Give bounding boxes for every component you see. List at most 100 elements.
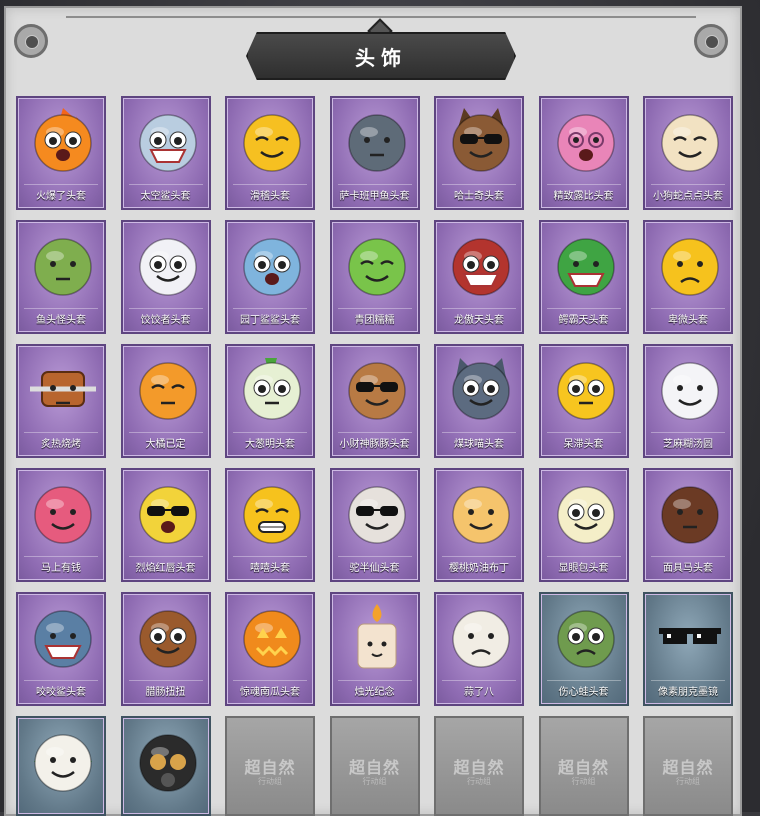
headwear-item[interactable]: 炙热烧烤 (16, 344, 106, 458)
crocodile-icon (549, 228, 623, 302)
watermark-sub: 行动组 (467, 777, 491, 786)
headwear-item-label: 煤球喵头套 (436, 432, 522, 450)
funny-face-icon (235, 104, 309, 178)
headwear-item[interactable]: 园丁鲨鲨头套 (225, 220, 315, 334)
headwear-item[interactable]: 像素朋克墨镜 (643, 592, 733, 706)
candle-icon (340, 600, 414, 674)
headwear-item[interactable]: 哈士奇头套 (434, 96, 524, 210)
watermark-sub: 行动组 (571, 777, 596, 786)
corner-ornament-left-icon (14, 24, 48, 58)
headwear-item-label: 烈焰红唇头套 (123, 556, 209, 574)
headwear-item[interactable]: 面具马头套 (643, 468, 733, 582)
watermark-logo: 超自然 (557, 758, 609, 777)
pikachu-icon (131, 476, 205, 550)
headwear-item[interactable]: 小财神豚豚头套 (329, 344, 420, 458)
headwear-item[interactable]: 咬咬鲨头套 (16, 592, 106, 706)
watermark-sub: 行动组 (676, 777, 700, 786)
headwear-item[interactable]: 腊肠扭扭 (120, 592, 211, 706)
headwear-item-label: 像素朋克墨镜 (645, 680, 731, 698)
headwear-item-label: 驼半仙头套 (332, 556, 418, 574)
headwear-item[interactable]: 卑微头套 (643, 220, 733, 334)
headwear-item[interactable]: 伤心蛙头套 (538, 592, 629, 706)
headwear-item-label: 马上有钱 (18, 556, 104, 574)
dog-sunglasses-icon (444, 104, 518, 178)
headwear-item-label: 萨卡班甲鱼头套 (332, 184, 418, 202)
headwear-item-label: 显眼包头套 (541, 556, 627, 574)
locked-slot: 超自然 行动组 (538, 716, 629, 816)
garlic-icon (444, 600, 518, 674)
watermark-sub: 行动组 (362, 777, 387, 786)
headwear-item[interactable]: 鱼头怪头套 (16, 220, 106, 334)
headwear-item[interactable]: 烈焰红唇头套 (120, 468, 211, 582)
headwear-item-label: 小狗蛇点点头套 (645, 184, 731, 202)
headwear-item[interactable]: 嘻嘻头套 (225, 468, 315, 582)
headwear-item-label: 大葱明头套 (227, 432, 313, 450)
blue-shark-icon (235, 228, 309, 302)
headwear-item-label: 呆滞头套 (541, 432, 627, 450)
page-title: 头饰 (355, 45, 407, 70)
pudding-icon (444, 476, 518, 550)
headwear-item[interactable]: 鳄霸天头套 (538, 220, 629, 334)
headwear-item[interactable]: 煤球喵头套 (434, 344, 524, 458)
headwear-item-label: 咬咬鲨头套 (18, 680, 104, 698)
headwear-item-label: 太空鲨头套 (123, 184, 209, 202)
headwear-item[interactable] (16, 716, 106, 816)
headwear-item-label: 小财神豚豚头套 (332, 432, 418, 450)
headwear-item[interactable]: 青团糯糯 (329, 220, 420, 334)
headwear-item[interactable]: 火爆了头套 (16, 96, 106, 210)
headwear-item[interactable]: 精致露比头套 (538, 96, 629, 210)
headwear-item-label: 园丁鲨鲨头套 (227, 308, 313, 326)
headwear-item-label: 精致露比头套 (541, 184, 627, 202)
headwear-item-label: 惊魂南瓜头套 (227, 680, 313, 698)
headwear-item[interactable]: 龙傲天头套 (434, 220, 524, 334)
gas-mask-helmet-icon (131, 724, 205, 798)
dragon-head-icon (444, 228, 518, 302)
headwear-item-label: 蒜了八 (436, 680, 522, 698)
headwear-item[interactable]: 驼半仙头套 (329, 468, 420, 582)
locked-slot: 超自然 行动组 (329, 716, 420, 816)
watermark-logo: 超自然 (244, 758, 296, 777)
dachshund-icon (131, 600, 205, 674)
headwear-item[interactable]: 大葱明头套 (225, 344, 315, 458)
cloud-dumpling-icon (131, 228, 205, 302)
watermark-logo: 超自然 (662, 758, 714, 777)
headwear-item[interactable]: 萨卡班甲鱼头套 (329, 96, 420, 210)
pink-beaver-icon (549, 104, 623, 178)
headwear-item[interactable]: 樱桃奶油布丁 (434, 468, 524, 582)
headwear-item[interactable]: 呆滞头套 (538, 344, 629, 458)
headwear-item[interactable] (120, 716, 211, 816)
headwear-item[interactable]: 烛光纪念 (329, 592, 420, 706)
headwear-item-label: 伤心蛙头套 (541, 680, 627, 698)
locked-slot: 超自然 行动组 (434, 716, 524, 816)
headwear-item[interactable]: 大橘已定 (120, 344, 211, 458)
watermark-sub: 行动组 (258, 777, 282, 786)
flame-face-icon (26, 104, 100, 178)
bbq-icon (26, 352, 100, 426)
headwear-item-label: 龙傲天头套 (436, 308, 522, 326)
watermark-logo: 超自然 (453, 758, 505, 777)
headwear-item-label: 青团糯糯 (332, 308, 418, 326)
headwear-item-label: 火爆了头套 (18, 184, 104, 202)
pumpkin-icon (235, 600, 309, 674)
headwear-item[interactable]: 滑稽头套 (225, 96, 315, 210)
alpaca-icon (340, 476, 414, 550)
headwear-item[interactable]: 显眼包头套 (538, 468, 629, 582)
headwear-item-label: 大橘已定 (123, 432, 209, 450)
headwear-item[interactable]: 太空鲨头套 (120, 96, 211, 210)
capybara-icon (340, 352, 414, 426)
locked-slot: 超自然 行动组 (225, 716, 315, 816)
headwear-item[interactable]: 饺饺者头套 (120, 220, 211, 334)
fish-icon (340, 104, 414, 178)
headwear-item[interactable]: 小狗蛇点点头套 (643, 96, 733, 210)
title-banner: 头饰 (246, 32, 516, 80)
headwear-item[interactable]: 蒜了八 (434, 592, 524, 706)
headwear-item-label: 哈士奇头套 (436, 184, 522, 202)
corner-ornament-right-icon (694, 24, 728, 58)
hamster-icon (653, 104, 727, 178)
green-onion-icon (235, 352, 309, 426)
headwear-item[interactable]: 惊魂南瓜头套 (225, 592, 315, 706)
headwear-item[interactable]: 马上有钱 (16, 468, 106, 582)
headwear-item[interactable]: 芝麻糊汤圆 (643, 344, 733, 458)
headwear-item-label: 卑微头套 (645, 308, 731, 326)
shark-icon (131, 104, 205, 178)
